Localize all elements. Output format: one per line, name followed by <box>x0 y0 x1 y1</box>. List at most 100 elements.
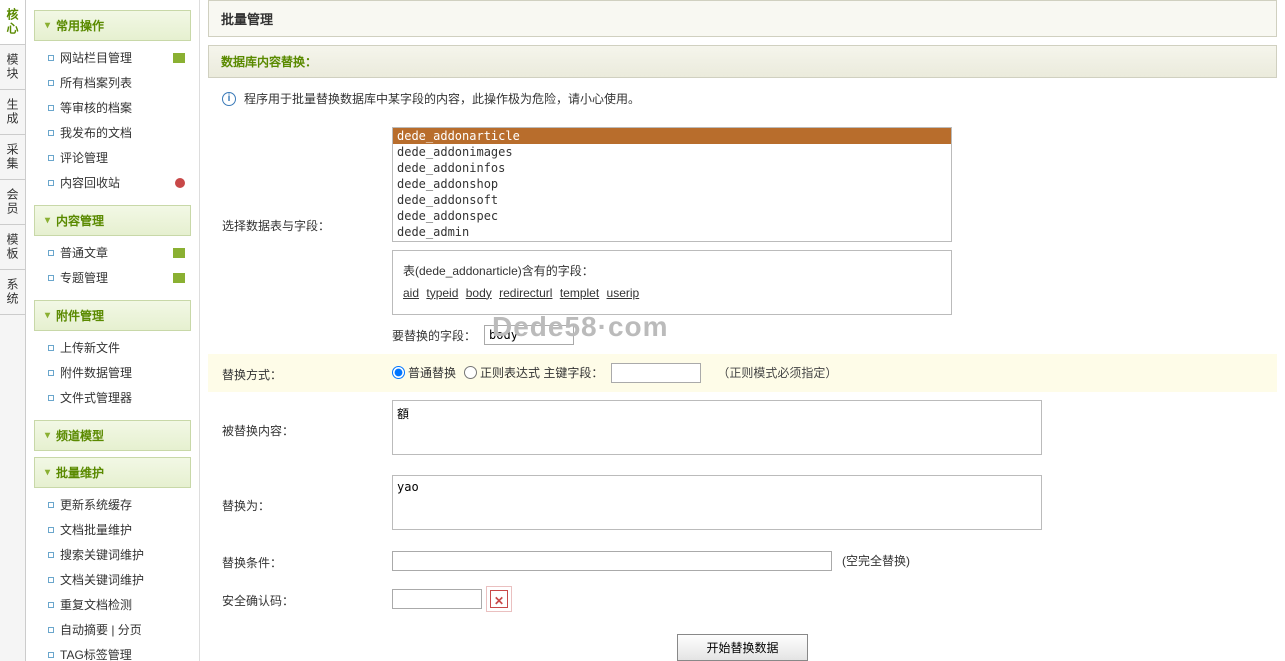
from-textarea[interactable] <box>392 400 1042 455</box>
sidebar-item-label: 自动摘要 | 分页 <box>60 621 142 638</box>
accordion-header[interactable]: 频道模型 <box>34 420 191 451</box>
sidebar-item[interactable]: 附件数据管理 <box>42 360 191 385</box>
bullet-icon <box>48 527 54 533</box>
sidebar-item-label: 评论管理 <box>60 149 108 166</box>
row-captcha: 安全确认码： ✕ <box>208 580 1277 618</box>
table-option[interactable]: dede_addonarticle <box>393 128 951 144</box>
sidebar-item[interactable]: TAG标签管理 <box>42 642 191 661</box>
sidebar-item[interactable]: 文件式管理器 <box>42 385 191 410</box>
sidebar-item-label: 文档批量维护 <box>60 521 132 538</box>
bullet-icon <box>48 250 54 256</box>
label-mode: 替换方式： <box>222 362 392 383</box>
vtab-member[interactable]: 会员 <box>0 180 25 225</box>
info-icon: i <box>222 92 236 106</box>
sidebar-item[interactable]: 上传新文件 <box>42 335 191 360</box>
table-option[interactable]: dede_addoninfos <box>393 160 951 176</box>
sidebar-item-label: 重复文档检测 <box>60 596 132 613</box>
sidebar-item[interactable]: 自动摘要 | 分页 <box>42 617 191 642</box>
vtab-collect[interactable]: 采集 <box>0 135 25 180</box>
sidebar-item-label: 文档关键词维护 <box>60 571 144 588</box>
table-option[interactable]: dede_addonsoft <box>393 192 951 208</box>
sidebar-item[interactable]: 评论管理 <box>42 145 191 170</box>
green-badge-icon <box>173 248 185 258</box>
sidebar-item[interactable]: 专题管理 <box>42 265 191 290</box>
sidebar-item[interactable]: 网站栏目管理 <box>42 45 191 70</box>
table-option[interactable]: dede_addonimages <box>393 144 951 160</box>
sidebar-item[interactable]: 文档批量维护 <box>42 517 191 542</box>
label-select-table: 选择数据表与字段： <box>222 127 392 345</box>
bullet-icon <box>48 345 54 351</box>
accordion-header[interactable]: 批量维护 <box>34 457 191 488</box>
bullet-icon <box>48 105 54 111</box>
table-select[interactable]: dede_addonarticledede_addonimagesdede_ad… <box>392 127 952 242</box>
sidebar-item-label: 文件式管理器 <box>60 389 132 406</box>
accordion-header[interactable]: 附件管理 <box>34 300 191 331</box>
sidebar-item[interactable]: 搜索关键词维护 <box>42 542 191 567</box>
table-option[interactable]: dede_addonspec <box>393 208 951 224</box>
table-option[interactable]: dede_admintype <box>393 240 951 242</box>
bullet-icon <box>48 602 54 608</box>
page-title: 批量管理 <box>208 0 1277 37</box>
sidebar-item-label: 附件数据管理 <box>60 364 132 381</box>
radio-normal[interactable]: 普通替换 <box>392 364 456 381</box>
vtab-generate[interactable]: 生成 <box>0 90 25 135</box>
fieldbox-prefix: 表(dede_addonarticle)含有的字段： <box>403 261 941 283</box>
sidebar-item-label: 网站栏目管理 <box>60 49 132 66</box>
accordion-header[interactable]: 常用操作 <box>34 10 191 41</box>
field-link[interactable]: userip <box>607 286 640 300</box>
vtab-template[interactable]: 模板 <box>0 225 25 270</box>
bullet-icon <box>48 577 54 583</box>
field-link[interactable]: typeid <box>426 286 458 300</box>
cond-input[interactable] <box>392 551 832 571</box>
sidebar-item[interactable]: 文档关键词维护 <box>42 567 191 592</box>
bullet-icon <box>48 652 54 658</box>
sidebar-item-label: 所有档案列表 <box>60 74 132 91</box>
field-link[interactable]: aid <box>403 286 419 300</box>
sidebar-item-label: 普通文章 <box>60 244 108 261</box>
label-from: 被替换内容： <box>222 400 392 458</box>
vtab-core[interactable]: 核心 <box>0 0 25 45</box>
vtab-system[interactable]: 系统 <box>0 270 25 315</box>
vtab-module[interactable]: 模块 <box>0 45 25 90</box>
bullet-icon <box>48 627 54 633</box>
sidebar-item-label: 上传新文件 <box>60 339 120 356</box>
sidebar-item[interactable]: 更新系统缓存 <box>42 492 191 517</box>
bullet-icon <box>48 180 54 186</box>
captcha-image[interactable]: ✕ <box>490 590 508 608</box>
sidebar-item-label: 等审核的档案 <box>60 99 132 116</box>
captcha-input[interactable] <box>392 589 482 609</box>
sidebar-item-label: 内容回收站 <box>60 174 120 191</box>
sidebar-item[interactable]: 内容回收站 <box>42 170 191 195</box>
row-to: 替换为： <box>208 467 1277 542</box>
field-link[interactable]: templet <box>560 286 599 300</box>
bullet-icon <box>48 130 54 136</box>
row-from: 被替换内容： <box>208 392 1277 467</box>
table-option[interactable]: dede_addonshop <box>393 176 951 192</box>
green-badge-icon <box>173 273 185 283</box>
row-select-table: 选择数据表与字段： dede_addonarticledede_addonima… <box>208 119 1277 354</box>
submit-button[interactable]: 开始替换数据 <box>677 634 807 661</box>
sidebar-item-label: 搜索关键词维护 <box>60 546 144 563</box>
sidebar-item[interactable]: 所有档案列表 <box>42 70 191 95</box>
bullet-icon <box>48 395 54 401</box>
radio-regex[interactable]: 正则表达式 主键字段： <box>464 364 603 381</box>
bullet-icon <box>48 552 54 558</box>
accordion-header[interactable]: 内容管理 <box>34 205 191 236</box>
field-link[interactable]: redirecturl <box>499 286 552 300</box>
regex-pk-input[interactable] <box>611 363 701 383</box>
section-replace-header: 数据库内容替换： <box>208 45 1277 78</box>
sidebar-item-label: 更新系统缓存 <box>60 496 132 513</box>
sidebar-item[interactable]: 我发布的文档 <box>42 120 191 145</box>
field-link[interactable]: body <box>466 286 492 300</box>
sidebar-item[interactable]: 重复文档检测 <box>42 592 191 617</box>
sidebar-item-label: TAG标签管理 <box>60 646 132 661</box>
vertical-tabs: 核心 模块 生成 采集 会员 模板 系统 <box>0 0 26 661</box>
label-cond: 替换条件： <box>222 550 392 571</box>
table-option[interactable]: dede_admin <box>393 224 951 240</box>
sidebar-item[interactable]: 普通文章 <box>42 240 191 265</box>
replace-field-input[interactable] <box>484 325 574 345</box>
bullet-icon <box>48 55 54 61</box>
to-textarea[interactable] <box>392 475 1042 530</box>
sidebar-item[interactable]: 等审核的档案 <box>42 95 191 120</box>
bullet-icon <box>48 370 54 376</box>
